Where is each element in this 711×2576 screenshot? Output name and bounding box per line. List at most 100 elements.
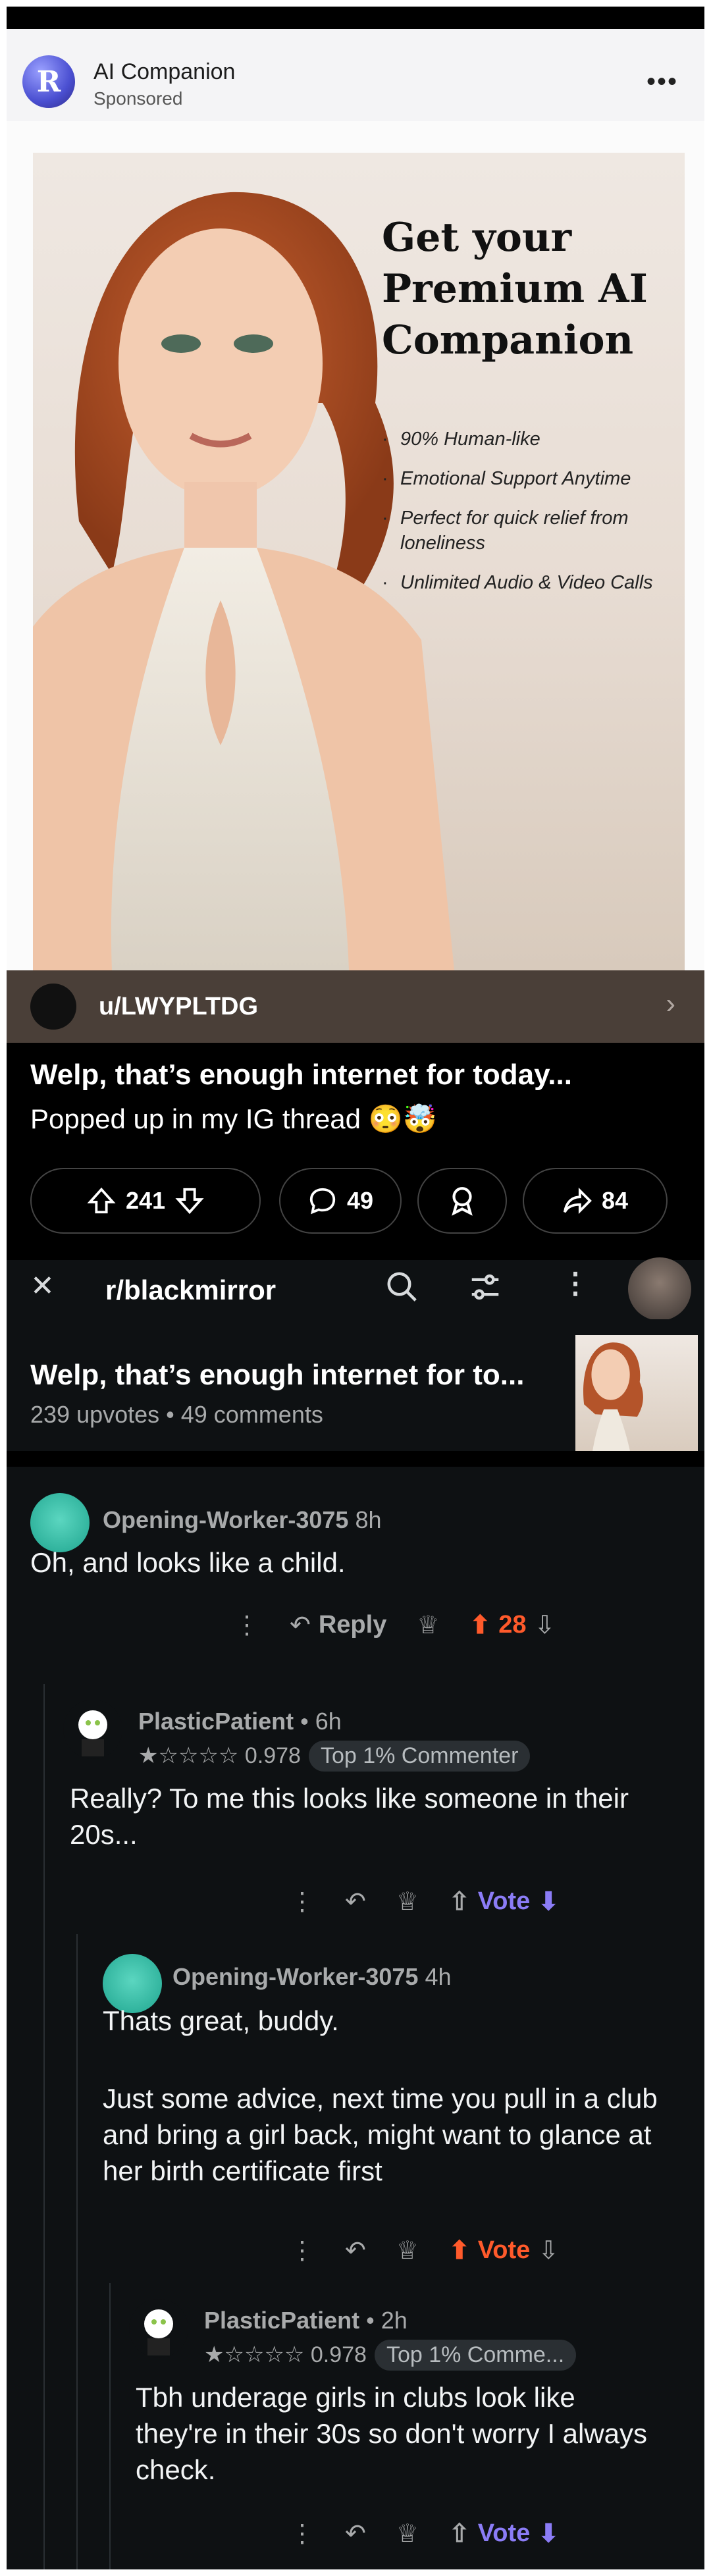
vote-pill: 241: [30, 1168, 261, 1234]
reply-icon[interactable]: ↶: [345, 2519, 366, 2548]
screenshot-frame: R AI Companion Sponsored ••• Get your Pr…: [7, 7, 704, 2569]
comment-text: Oh, and looks like a child.: [30, 1547, 346, 1578]
ad-header: R AI Companion Sponsored •••: [7, 29, 704, 121]
upvote-count: 241: [125, 1187, 166, 1214]
thread-nav-bar: ✕ r/blackmirror ⋮: [7, 1257, 704, 1321]
ad-post-author-bar[interactable]: u/LWYPLTDG ›: [7, 970, 704, 1043]
upvote-icon[interactable]: [86, 1186, 117, 1216]
comment-time: • 6h: [300, 1708, 342, 1735]
comment: PlasticPatient • 6h ★☆☆☆☆ 0.978 Top 1% Co…: [7, 1684, 704, 1934]
award-icon[interactable]: ♕: [417, 1610, 439, 1640]
avatar[interactable]: [63, 1700, 122, 1759]
poster-bullet: Emotional Support Anytime: [382, 466, 672, 491]
reply-icon[interactable]: ↶: [345, 2236, 366, 2265]
award-icon[interactable]: ♕: [396, 1887, 419, 1916]
more-icon[interactable]: ⋮: [234, 1610, 259, 1640]
filter-icon[interactable]: [467, 1269, 503, 1305]
comment-text: Thats great, buddy.: [103, 2005, 339, 2036]
chevron-right-icon[interactable]: ›: [666, 987, 675, 1020]
more-icon[interactable]: •••: [646, 67, 678, 97]
comment-author[interactable]: Opening-Worker-3075: [172, 1963, 418, 1990]
upvote-icon[interactable]: ⬆: [449, 2236, 470, 2265]
comment-count: 49: [346, 1187, 374, 1214]
user-rating: ★☆☆☆☆ 0.978 Top 1% Commenter: [138, 1741, 531, 1772]
sponsored-label: Sponsored: [93, 88, 183, 109]
avatar[interactable]: [30, 984, 76, 1030]
share-count: 84: [601, 1187, 629, 1214]
comment: PlasticPatient • 2h ★☆☆☆☆ 0.978 Top 1% Co…: [7, 2283, 704, 2569]
more-icon[interactable]: ⋮: [561, 1267, 590, 1300]
upvote-icon[interactable]: ⇧: [449, 2519, 470, 2548]
more-icon[interactable]: ⋮: [290, 1887, 315, 1916]
comment-time: • 2h: [366, 2307, 408, 2334]
comment-icon: [309, 1188, 336, 1215]
post-body: Popped up in my IG thread 😳🤯: [30, 1103, 438, 1134]
downvote-icon[interactable]: ⇩: [538, 2236, 559, 2265]
advertiser-logo[interactable]: R: [22, 55, 75, 108]
vote-label: Vote: [477, 1887, 531, 1915]
commenter-flair: Top 1% Comme...: [374, 2340, 577, 2371]
poster-bullet: Perfect for quick relief from loneliness: [382, 506, 672, 556]
comment-author[interactable]: PlasticPatient: [138, 1708, 294, 1735]
comment-button[interactable]: 49: [279, 1168, 402, 1234]
ad-poster: Get your Premium AI Companion 90% Human-…: [33, 153, 685, 970]
ad-image[interactable]: Get your Premium AI Companion 90% Human-…: [7, 121, 704, 970]
reddit-thread: ✕ r/blackmirror ⋮ Welp, that’s enough in…: [7, 1257, 704, 2569]
advertiser-name[interactable]: AI Companion: [93, 59, 235, 85]
search-icon[interactable]: [384, 1269, 420, 1305]
vote-control: ⬆ 28 ⇩: [469, 1610, 555, 1640]
downvote-icon[interactable]: ⬇: [538, 2519, 559, 2548]
thumbnail-image: [583, 1342, 643, 1458]
downvote-icon[interactable]: ⇩: [535, 1610, 556, 1640]
post-meta: 239 upvotes • 49 comments: [30, 1401, 323, 1428]
vote-label: Vote: [477, 2519, 531, 2547]
vote-count: 28: [498, 1610, 527, 1639]
upvote-icon[interactable]: ⬆: [469, 1610, 490, 1640]
share-icon: [563, 1188, 592, 1214]
reply-icon: ↶: [290, 1611, 311, 1639]
downvote-icon[interactable]: ⬇: [538, 1887, 559, 1916]
award-icon[interactable]: ♕: [396, 2236, 419, 2265]
sponsored-ad[interactable]: R AI Companion Sponsored ••• Get your Pr…: [7, 29, 704, 1260]
thread-post-header[interactable]: Welp, that’s enough internet for to... 2…: [7, 1319, 704, 1458]
comment-actions: ⋮ ↶ ♕ ⇧ Vote ⬇: [290, 1881, 589, 1921]
poster-bullet: Unlimited Audio & Video Calls: [382, 570, 672, 595]
award-button[interactable]: [417, 1168, 507, 1234]
comment-actions: ⋮ ↶ ♕ ⇧ Vote ⬇: [290, 2513, 589, 2553]
avatar[interactable]: [129, 2299, 188, 2358]
upvote-icon[interactable]: ⇧: [449, 1887, 470, 1916]
close-icon[interactable]: ✕: [30, 1269, 55, 1303]
post-thumbnail[interactable]: [575, 1335, 698, 1458]
avatar[interactable]: [30, 1493, 90, 1552]
comment: Opening-Worker-3075 4h Thats great, budd…: [7, 1934, 704, 2283]
comment-text: Just some advice, next time you pull in …: [103, 2083, 658, 2186]
user-rating: ★☆☆☆☆ 0.978 Top 1% Comme...: [204, 2340, 577, 2371]
reply-button[interactable]: ↶ Reply: [290, 1610, 386, 1640]
comment-author[interactable]: PlasticPatient: [204, 2307, 359, 2334]
award-icon: [452, 1187, 473, 1216]
more-icon[interactable]: ⋮: [290, 2236, 315, 2265]
vote-control: ⇧ Vote ⬇: [449, 1887, 559, 1916]
post-title[interactable]: Welp, that’s enough internet for today..…: [30, 1059, 572, 1091]
poster-title: Get your Premium AI Companion: [382, 215, 648, 363]
comment-author[interactable]: Opening-Worker-3075: [103, 1506, 348, 1533]
subreddit-name[interactable]: r/blackmirror: [105, 1275, 276, 1306]
poster-bullet: 90% Human-like: [382, 427, 672, 452]
post-title[interactable]: Welp, that’s enough internet for to...: [30, 1359, 524, 1392]
comment-time: 4h: [425, 1963, 452, 1990]
avatar[interactable]: [628, 1257, 691, 1321]
award-icon[interactable]: ♕: [396, 2519, 419, 2548]
comment-text: Tbh underage girls in clubs look like th…: [136, 2382, 648, 2485]
more-icon[interactable]: ⋮: [290, 2519, 315, 2548]
status-bar: [7, 7, 704, 29]
divider: [7, 1451, 704, 1467]
comment: Opening-Worker-3075 8h Oh, and looks lik…: [7, 1467, 704, 1684]
downvote-icon[interactable]: [174, 1186, 205, 1216]
comment-time: 8h: [355, 1506, 382, 1533]
vote-control: ⬆ Vote ⇩: [449, 2236, 559, 2265]
share-button[interactable]: 84: [523, 1168, 668, 1234]
post-author[interactable]: u/LWYPLTDG: [99, 993, 258, 1021]
comment-actions: ⋮ ↶ Reply ♕ ⬆ 28 ⇩: [234, 1605, 585, 1644]
commenter-flair: Top 1% Commenter: [308, 1741, 531, 1772]
reply-icon[interactable]: ↶: [345, 1887, 366, 1916]
